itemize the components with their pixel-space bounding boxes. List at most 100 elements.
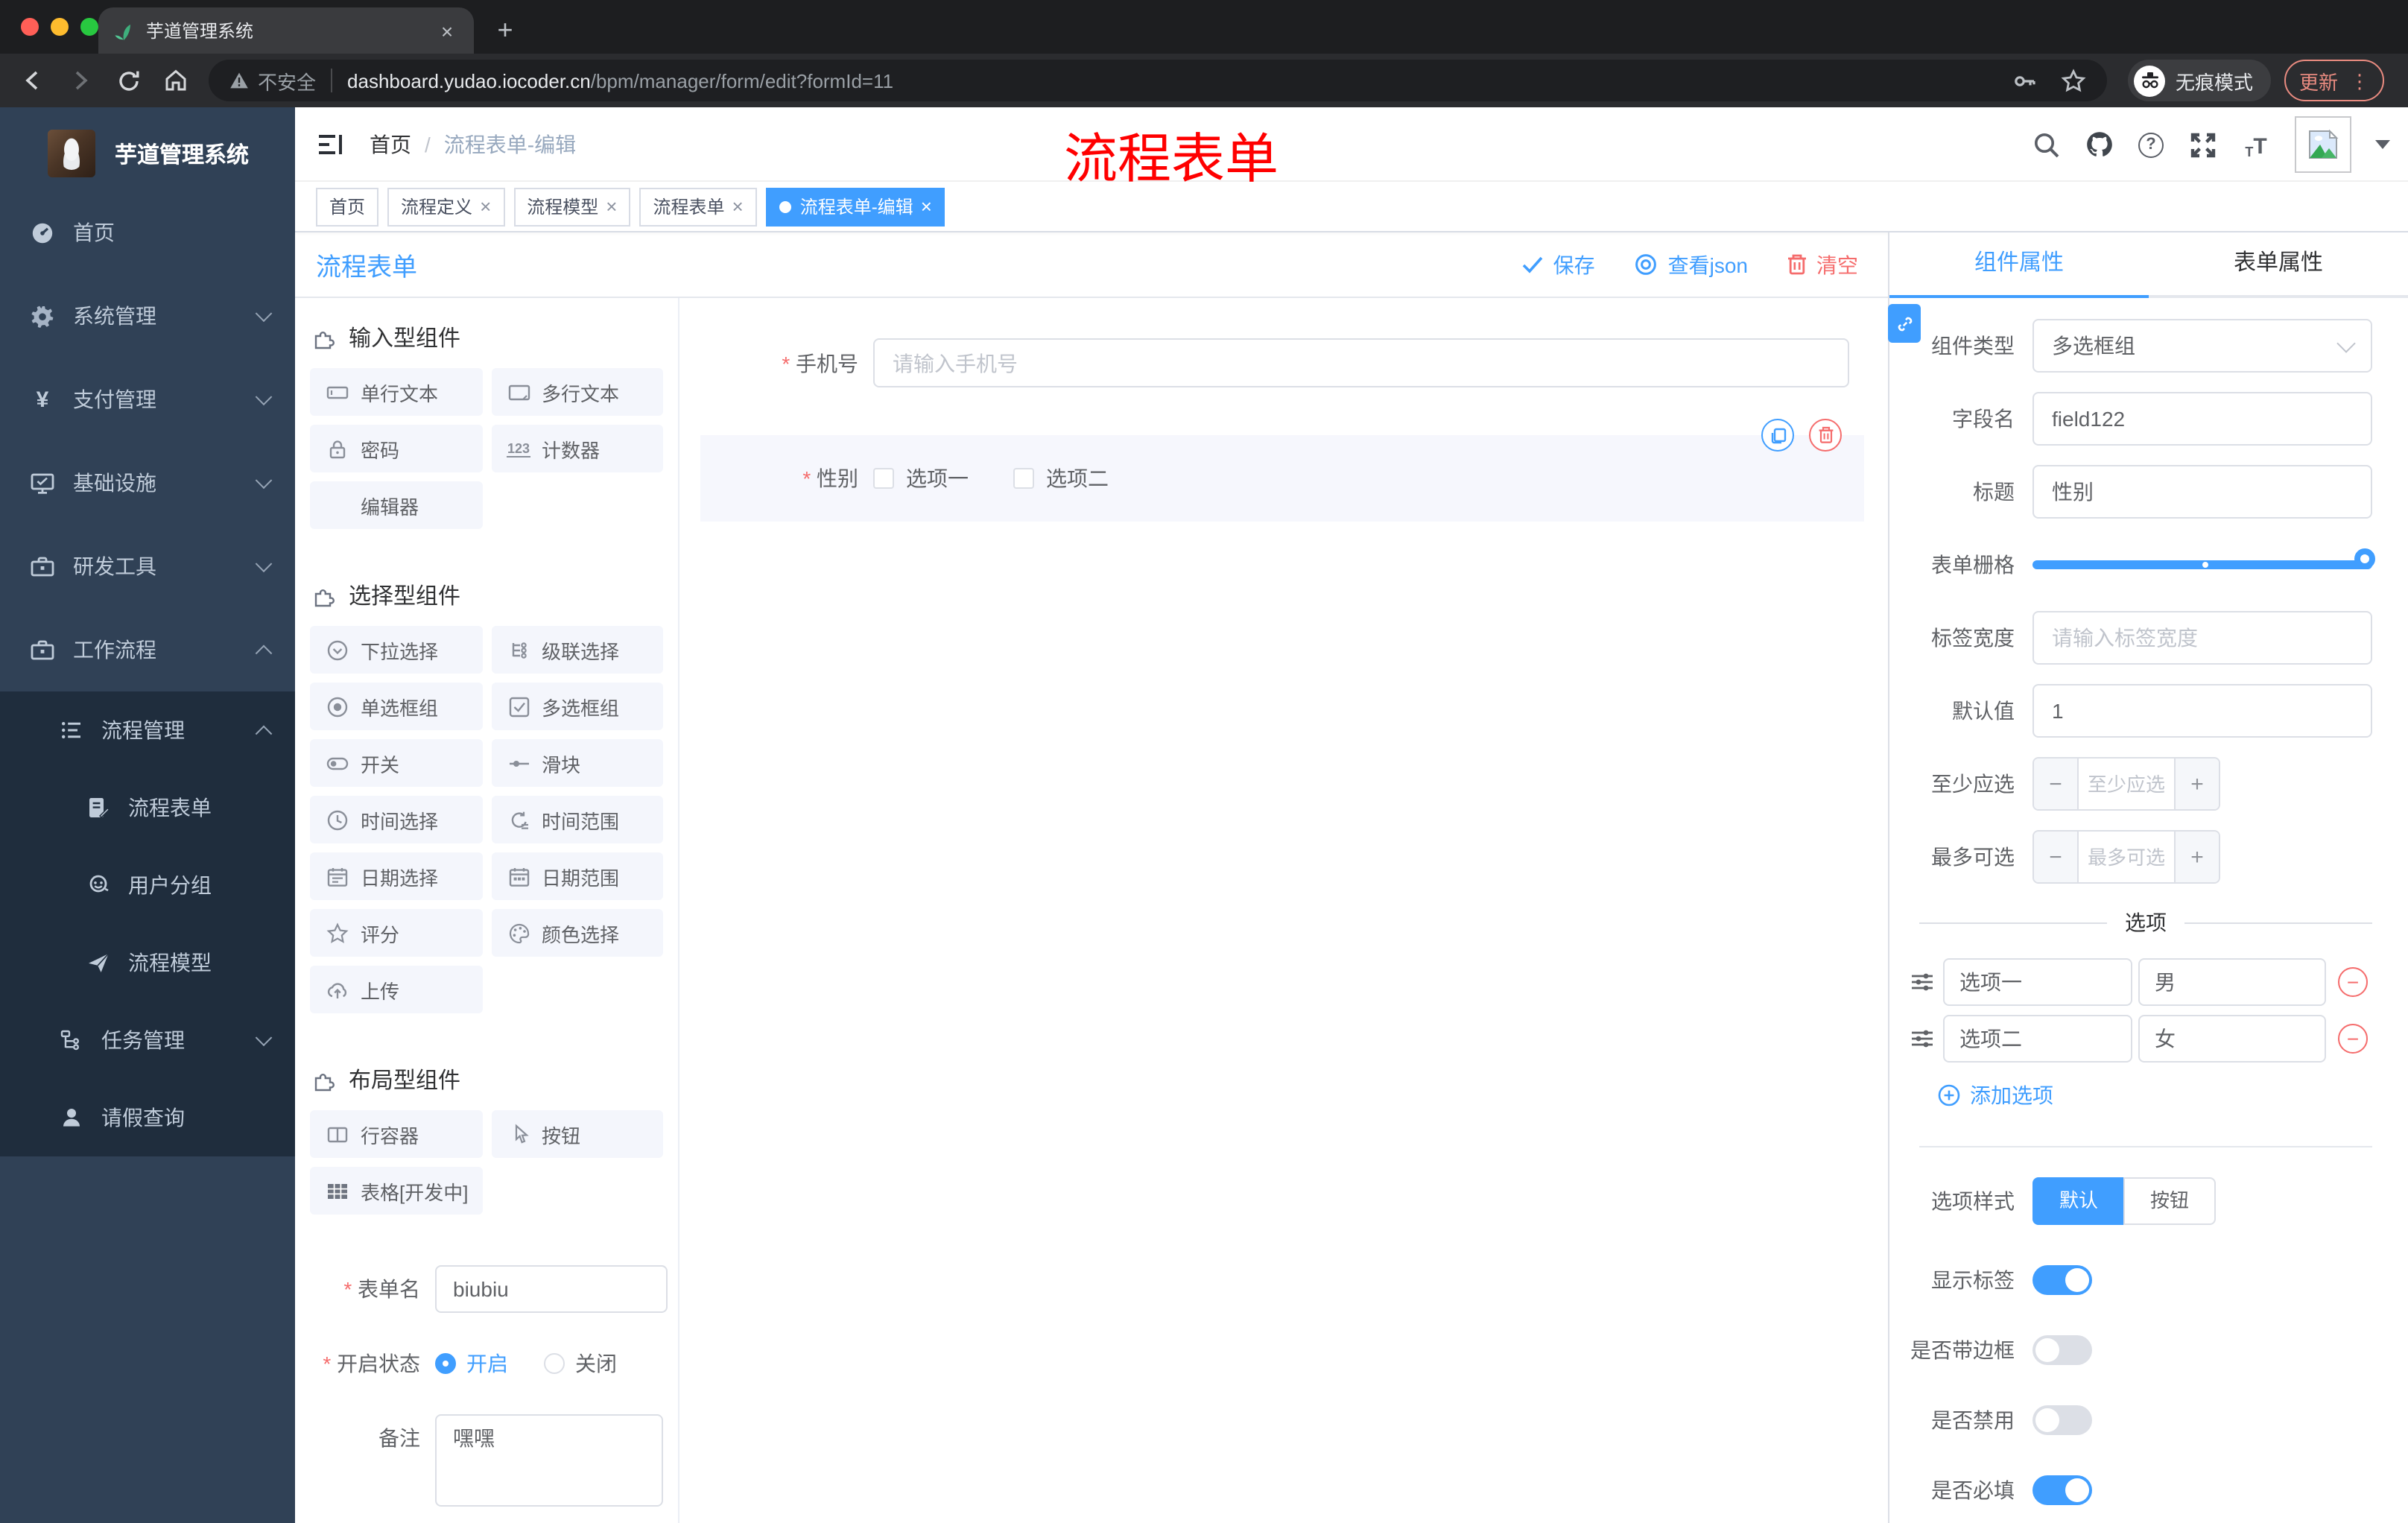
checkbox[interactable]: [1013, 468, 1034, 489]
sidebar-item-task-management[interactable]: 任务管理: [0, 1001, 295, 1079]
sidebar-collapse-icon[interactable]: [316, 130, 346, 159]
chip-date-range[interactable]: 日期范围: [491, 852, 663, 900]
form-name-input[interactable]: [435, 1265, 668, 1313]
tag-close-icon[interactable]: [606, 195, 617, 218]
status-off-radio[interactable]: 关闭: [544, 1349, 617, 1378]
chip-button[interactable]: 按钮: [491, 1110, 663, 1158]
search-icon[interactable]: [2031, 130, 2061, 159]
browser-menu-icon[interactable]: [2350, 71, 2369, 90]
slider-handle[interactable]: [2354, 548, 2375, 569]
label-width-input[interactable]: [2032, 611, 2372, 665]
bookmark-star-icon[interactable]: [2061, 68, 2086, 93]
form-remark-textarea[interactable]: 嘿嘿: [435, 1414, 663, 1507]
view-json-button[interactable]: 查看json: [1634, 250, 1748, 279]
gender-option-1[interactable]: 选项一: [873, 463, 969, 493]
title-input[interactable]: [2032, 465, 2372, 519]
gender-option-2[interactable]: 选项二: [1013, 463, 1109, 493]
tab-close-icon[interactable]: [435, 19, 459, 42]
save-button[interactable]: 保存: [1522, 250, 1595, 279]
chip-table[interactable]: 表格[开发中]: [310, 1167, 482, 1215]
chip-upload[interactable]: 上传: [310, 966, 482, 1013]
stepper-increase-button[interactable]: [2174, 832, 2219, 882]
chip-rate[interactable]: 评分: [310, 909, 482, 957]
option-1-value-input[interactable]: [2138, 958, 2326, 1006]
sidebar-item-system[interactable]: 系统管理: [0, 274, 295, 358]
border-toggle[interactable]: [2032, 1335, 2092, 1365]
style-button-button[interactable]: 按钮: [2123, 1177, 2217, 1225]
fullscreen-icon[interactable]: [2187, 130, 2217, 159]
chip-row-container[interactable]: 行容器: [310, 1110, 482, 1158]
sidebar-item-process-form[interactable]: 流程表单: [0, 769, 295, 846]
window-zoom-button[interactable]: [80, 18, 98, 36]
selected-gender-field[interactable]: 性别 选项一 选项二: [700, 419, 1864, 522]
tab-form-props[interactable]: 表单属性: [2149, 232, 2408, 298]
reload-icon[interactable]: [113, 66, 143, 95]
chip-multi-line-text[interactable]: 多行文本: [491, 368, 663, 416]
github-icon[interactable]: [2085, 130, 2114, 159]
status-on-radio[interactable]: 开启: [435, 1349, 508, 1378]
new-tab-button[interactable]: [486, 12, 525, 51]
grid-slider[interactable]: [2032, 538, 2375, 592]
chip-password[interactable]: 密码: [310, 425, 482, 472]
sidebar-item-process-model[interactable]: 流程模型: [0, 924, 295, 1001]
sidebar-item-workflow[interactable]: 工作流程: [0, 608, 295, 691]
sidebar-item-process-management[interactable]: 流程管理: [0, 691, 295, 769]
stepper-increase-button[interactable]: [2174, 759, 2219, 809]
tag-process-model[interactable]: 流程模型: [513, 187, 631, 226]
default-value-input[interactable]: [2032, 684, 2372, 738]
chip-cascader[interactable]: 级联选择: [491, 626, 663, 674]
breadcrumb-home[interactable]: 首页: [370, 130, 411, 159]
stepper-decrease-button[interactable]: [2034, 759, 2079, 809]
chip-radio-group[interactable]: 单选框组: [310, 683, 482, 730]
browser-tab[interactable]: 芋道管理系统: [98, 7, 474, 54]
remove-option-button[interactable]: [2338, 1024, 2368, 1054]
tag-process-definition[interactable]: 流程定义: [387, 187, 505, 226]
tag-close-icon[interactable]: [921, 195, 932, 218]
tag-process-form[interactable]: 流程表单: [639, 187, 757, 226]
option-1-name-input[interactable]: [1943, 958, 2132, 1006]
phone-field-input[interactable]: [873, 338, 1849, 387]
drag-handle-icon[interactable]: [1910, 970, 1934, 994]
browser-update-button[interactable]: 更新: [2284, 60, 2385, 101]
chip-switch[interactable]: 开关: [310, 739, 482, 787]
chip-date-picker[interactable]: 日期选择: [310, 852, 482, 900]
chip-select[interactable]: 下拉选择: [310, 626, 482, 674]
min-select-input[interactable]: [2079, 759, 2174, 809]
clear-button[interactable]: 清空: [1787, 250, 1858, 279]
sidebar-item-infrastructure[interactable]: 基础设施: [0, 441, 295, 525]
field-name-input[interactable]: [2032, 392, 2372, 446]
chip-slider[interactable]: 滑块: [491, 739, 663, 787]
option-2-name-input[interactable]: [1943, 1015, 2132, 1063]
max-select-input[interactable]: [2079, 832, 2174, 882]
chip-time-range[interactable]: 时间范围: [491, 796, 663, 843]
disabled-toggle[interactable]: [2032, 1405, 2092, 1435]
chip-checkbox-group[interactable]: 多选框组: [491, 683, 663, 730]
url-bar[interactable]: 不安全 dashboard.yudao.iocoder.cn/bpm/manag…: [209, 60, 2107, 101]
sidebar-item-home[interactable]: 首页: [0, 191, 295, 274]
style-default-button[interactable]: 默认: [2032, 1177, 2124, 1225]
avatar-caret-icon[interactable]: [2375, 140, 2390, 149]
duplicate-field-button[interactable]: [1761, 419, 1794, 452]
required-toggle[interactable]: [2032, 1475, 2092, 1505]
sidebar-item-dev-tools[interactable]: 研发工具: [0, 525, 295, 608]
back-icon[interactable]: [18, 66, 48, 95]
tab-component-props[interactable]: 组件属性: [1889, 232, 2149, 298]
drag-handle-icon[interactable]: [1910, 1027, 1934, 1051]
chip-time-picker[interactable]: 时间选择: [310, 796, 482, 843]
delete-field-button[interactable]: [1809, 419, 1842, 452]
password-key-icon[interactable]: [2012, 68, 2037, 93]
font-size-icon[interactable]: [2241, 130, 2271, 159]
component-type-select[interactable]: 多选框组: [2032, 319, 2372, 373]
sidebar-item-user-group[interactable]: 用户分组: [0, 846, 295, 924]
sidebar-item-leave-query[interactable]: 请假查询: [0, 1079, 295, 1156]
remove-option-button[interactable]: [2338, 967, 2368, 997]
stepper-decrease-button[interactable]: [2034, 832, 2079, 882]
link-badge[interactable]: [1888, 304, 1921, 343]
show-label-toggle[interactable]: [2032, 1265, 2092, 1295]
tag-home[interactable]: 首页: [316, 187, 379, 226]
avatar[interactable]: [2295, 116, 2351, 173]
home-icon[interactable]: [161, 66, 191, 95]
forward-icon[interactable]: [66, 66, 95, 95]
window-close-button[interactable]: [21, 18, 39, 36]
help-icon[interactable]: [2138, 132, 2164, 157]
